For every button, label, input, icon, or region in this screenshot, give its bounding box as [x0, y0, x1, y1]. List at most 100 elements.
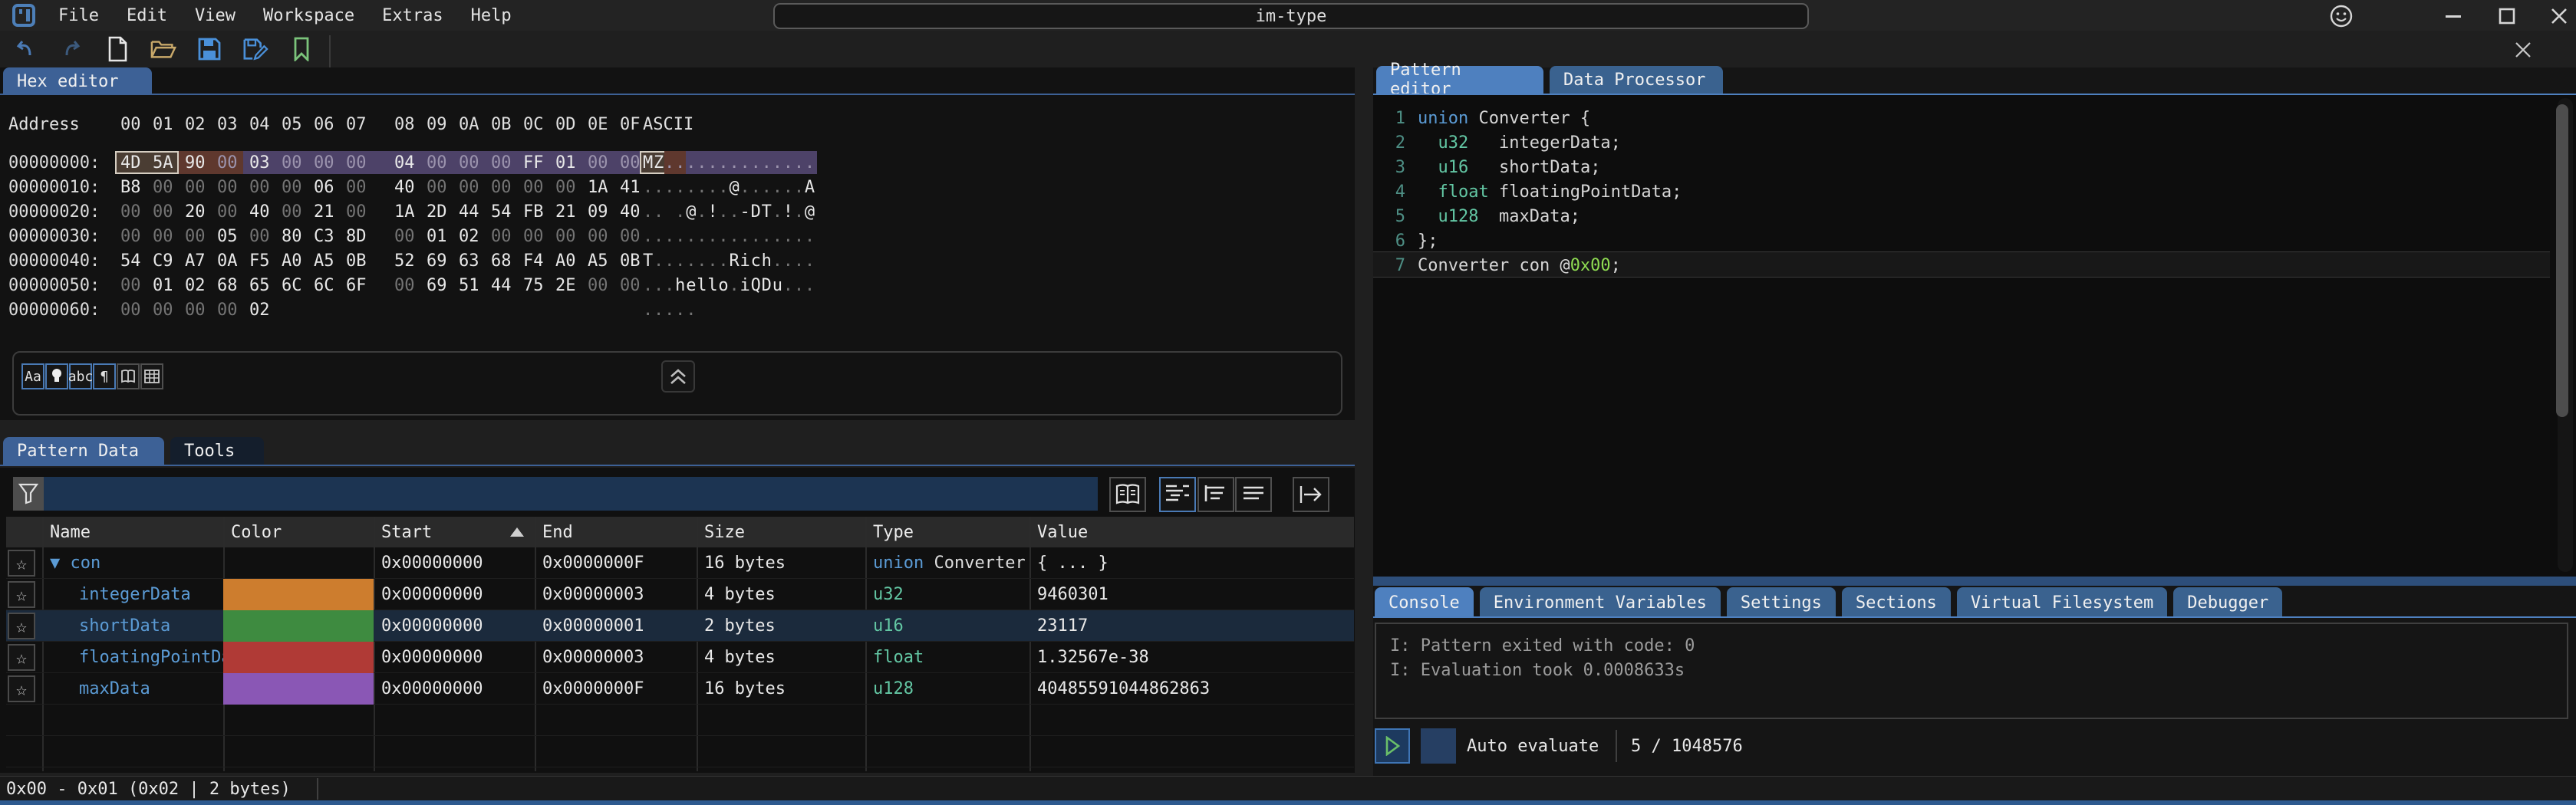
hex-byte[interactable]: 69: [427, 251, 447, 271]
ascii-char[interactable]: @: [805, 202, 815, 222]
ascii-char[interactable]: e: [686, 276, 696, 295]
hex-byte[interactable]: 00: [394, 276, 415, 295]
ascii-char[interactable]: .: [675, 301, 685, 320]
ascii-char[interactable]: .: [697, 202, 707, 222]
tab-virtual-filesystem[interactable]: Virtual Filesystem: [1957, 587, 2167, 618]
hex-byte[interactable]: 00: [185, 178, 206, 197]
ascii-char[interactable]: .: [794, 227, 804, 246]
column-header-end[interactable]: End: [535, 517, 697, 547]
maximize-button[interactable]: [2492, 5, 2522, 28]
ascii-char[interactable]: .: [751, 178, 761, 197]
evaluate-play-button[interactable]: [1375, 728, 1410, 764]
hex-byte[interactable]: A0: [555, 251, 576, 271]
ascii-char[interactable]: .: [805, 227, 815, 246]
hex-byte[interactable]: 52: [394, 251, 415, 271]
hex-byte[interactable]: 01: [427, 227, 447, 246]
hex-byte[interactable]: 44: [459, 202, 479, 222]
ascii-char[interactable]: .: [654, 276, 664, 295]
table-row-integerData[interactable]: ☆integerData0x000000000x000000034 bytesu…: [6, 579, 1354, 610]
hex-byte[interactable]: 00: [217, 301, 238, 320]
ascii-char[interactable]: h: [762, 251, 772, 271]
ascii-char[interactable]: .: [772, 153, 782, 172]
hex-byte[interactable]: 63: [459, 251, 479, 271]
ascii-char[interactable]: .: [718, 227, 728, 246]
tab-environment-variables[interactable]: Environment Variables: [1480, 587, 1721, 618]
favorite-star-icon[interactable]: ☆: [8, 550, 35, 577]
window-title[interactable]: im-type: [773, 3, 1809, 29]
panel-splitter-horizontal[interactable]: [1373, 577, 2576, 586]
hex-byte[interactable]: A5: [588, 251, 608, 271]
column-header-color[interactable]: Color: [223, 517, 374, 547]
panel-splitter-vertical[interactable]: [1355, 67, 1373, 776]
text-view-button[interactable]: [1235, 477, 1272, 512]
hex-byte[interactable]: 00: [588, 153, 608, 172]
ascii-char[interactable]: .: [772, 202, 782, 222]
hex-byte[interactable]: 00: [459, 178, 479, 197]
ascii-char[interactable]: .: [654, 251, 664, 271]
ascii-char[interactable]: .: [664, 153, 674, 172]
favorite-star-icon[interactable]: ☆: [8, 581, 35, 608]
pattern-table-header[interactable]: NameColorStartEndSizeTypeValue: [6, 517, 1354, 547]
hex-byte[interactable]: 06: [314, 178, 334, 197]
ascii-char[interactable]: .: [654, 202, 664, 222]
ascii-char[interactable]: .: [751, 227, 761, 246]
hex-byte[interactable]: 40: [394, 178, 415, 197]
ascii-char[interactable]: .: [686, 178, 696, 197]
color-swatch[interactable]: [223, 610, 374, 642]
ascii-char[interactable]: .: [707, 227, 717, 246]
hex-byte[interactable]: 00: [153, 227, 173, 246]
hex-byte[interactable]: 20: [185, 202, 206, 222]
ascii-char[interactable]: .: [751, 153, 761, 172]
hex-byte[interactable]: 02: [185, 276, 206, 295]
ascii-char[interactable]: .: [740, 178, 750, 197]
hex-byte[interactable]: 04: [394, 153, 415, 172]
ascii-char[interactable]: .: [654, 178, 664, 197]
ascii-char[interactable]: @: [729, 178, 739, 197]
pattern-name[interactable]: floatingPointData: [42, 642, 223, 673]
hex-byte[interactable]: 69: [427, 276, 447, 295]
ascii-char[interactable]: .: [707, 251, 717, 271]
hex-byte[interactable]: 00: [153, 202, 173, 222]
hex-byte[interactable]: 00: [217, 153, 238, 172]
ascii-char[interactable]: [664, 202, 674, 222]
table-row-con[interactable]: ☆▼ con0x000000000x0000000F16 bytesunion …: [6, 547, 1354, 579]
code-line-6[interactable]: 6};: [1373, 228, 2576, 253]
hex-byte[interactable]: 21: [555, 202, 576, 222]
hex-byte[interactable]: 00: [588, 276, 608, 295]
code-line-4[interactable]: 4 float floatingPointData;: [1373, 179, 2576, 204]
hex-byte[interactable]: 5A: [153, 153, 173, 172]
favorite-star-icon[interactable]: ☆: [8, 644, 35, 671]
hex-byte[interactable]: 75: [523, 276, 544, 295]
color-swatch[interactable]: [223, 642, 374, 673]
hex-byte[interactable]: 68: [217, 276, 238, 295]
tab-pattern-data[interactable]: Pattern Data: [3, 437, 164, 465]
hex-byte[interactable]: 00: [282, 153, 302, 172]
column-header-name[interactable]: Name: [42, 517, 223, 547]
hex-byte[interactable]: B8: [120, 178, 141, 197]
ascii-char[interactable]: .: [783, 153, 793, 172]
ascii-char[interactable]: .: [654, 227, 664, 246]
tab-list-icon[interactable]: [2513, 40, 2533, 60]
editor-scrollbar-thumb[interactable]: [2556, 104, 2568, 417]
column-header-start[interactable]: Start: [374, 517, 535, 547]
ascii-char[interactable]: .: [686, 251, 696, 271]
hex-byte[interactable]: 00: [217, 202, 238, 222]
hex-byte[interactable]: 51: [459, 276, 479, 295]
hex-byte[interactable]: 00: [185, 301, 206, 320]
hex-byte[interactable]: 1A: [588, 178, 608, 197]
ascii-char[interactable]: .: [794, 153, 804, 172]
ascii-char[interactable]: .: [794, 251, 804, 271]
ascii-char[interactable]: i: [740, 276, 750, 295]
hex-byte[interactable]: 00: [120, 276, 141, 295]
ascii-char[interactable]: .: [805, 153, 815, 172]
ascii-char[interactable]: .: [772, 227, 782, 246]
ascii-char[interactable]: .: [654, 301, 664, 320]
ascii-char[interactable]: .: [675, 153, 685, 172]
ascii-char[interactable]: Z: [654, 153, 664, 172]
ascii-char[interactable]: .: [762, 153, 772, 172]
expand-arrow-icon[interactable]: ▼: [50, 554, 71, 573]
code-line-1[interactable]: 1union Converter {: [1373, 106, 2576, 130]
hex-byte[interactable]: 00: [282, 202, 302, 222]
hex-byte[interactable]: 01: [555, 153, 576, 172]
ascii-char[interactable]: .: [686, 301, 696, 320]
